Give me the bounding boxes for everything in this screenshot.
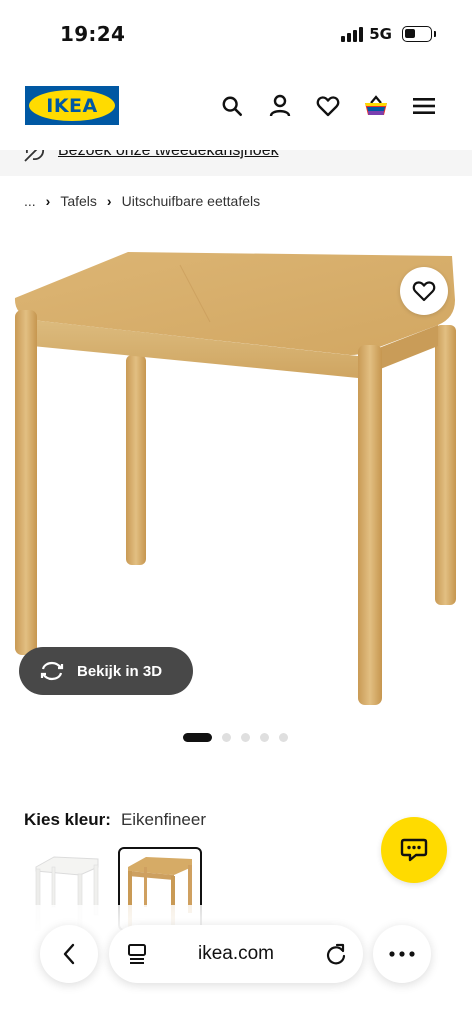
color-selector-heading: Kies kleur: Eikenfineer (24, 810, 206, 830)
chevron-right-icon: › (45, 193, 51, 209)
signal-icon (341, 26, 364, 42)
breadcrumb-ellipsis[interactable]: ... (24, 193, 36, 209)
breadcrumb-item-current[interactable]: Uitschuifbare eettafels (122, 193, 261, 209)
back-icon (63, 943, 75, 965)
cart-icon[interactable] (363, 93, 389, 119)
chat-icon (400, 838, 428, 862)
color-value: Eikenfineer (120, 810, 206, 829)
view-in-3d-button[interactable]: Bekijk in 3D (19, 647, 193, 695)
battery-icon (402, 26, 436, 42)
more-options-button[interactable] (373, 925, 431, 983)
view-in-3d-label: Bekijk in 3D (77, 662, 163, 680)
image-carousel-indicator (183, 733, 288, 742)
logo-text: IKEA (46, 94, 98, 117)
search-icon[interactable] (219, 93, 245, 119)
chevron-right-icon: › (106, 193, 112, 209)
back-button[interactable] (40, 925, 98, 983)
carousel-dot[interactable] (241, 733, 250, 742)
color-label: Kies kleur: (24, 810, 111, 829)
heart-icon[interactable] (315, 93, 341, 119)
second-chance-link[interactable]: Bezoek onze tweedekansjhoek (58, 150, 279, 160)
carousel-dot[interactable] (260, 733, 269, 742)
heart-icon (412, 281, 436, 302)
ikea-logo[interactable]: IKEA (25, 86, 119, 125)
status-indicators: 5G (341, 25, 436, 43)
breadcrumb-item-tafels[interactable]: Tafels (60, 193, 97, 209)
status-time: 19:24 (60, 22, 126, 46)
rotate-3d-icon (40, 661, 64, 681)
address-bar[interactable]: ikea.com (109, 925, 363, 983)
more-icon (389, 951, 415, 957)
carousel-dot[interactable] (222, 733, 231, 742)
reload-icon[interactable] (325, 942, 347, 971)
recycle-icon (24, 150, 45, 162)
promo-banner: Bezoek onze tweedekansjhoek (0, 150, 472, 176)
network-type: 5G (369, 25, 392, 43)
carousel-dot[interactable] (279, 733, 288, 742)
status-bar: 19:24 5G (0, 0, 472, 70)
menu-icon[interactable] (411, 93, 437, 119)
breadcrumb: ... › Tafels › Uitschuifbare eettafels (24, 193, 260, 209)
site-header: IKEA (0, 70, 472, 150)
add-to-favorites-button[interactable] (400, 267, 448, 315)
user-icon[interactable] (267, 93, 293, 119)
chat-button[interactable] (381, 817, 447, 883)
carousel-dot[interactable] (183, 733, 212, 742)
